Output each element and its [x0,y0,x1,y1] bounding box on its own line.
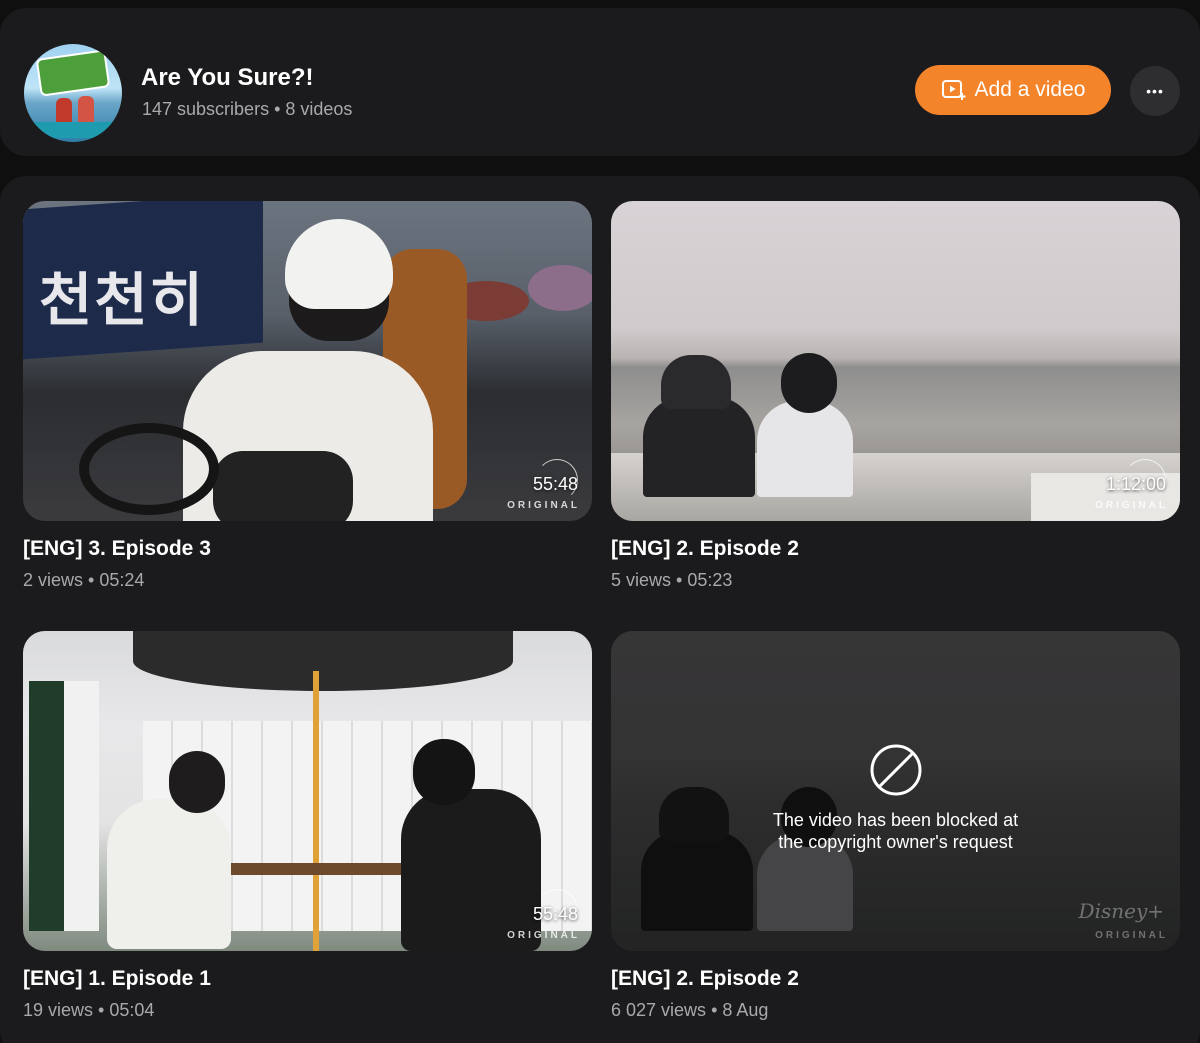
video-card[interactable]: 천천히 55:48 ORIGINAL [ENG] 3. Episode 3 2 … [23,201,592,590]
thumbnail-image [611,201,1180,521]
video-views: 19 views [23,1000,94,1020]
add-video-label: Add a video [974,78,1086,101]
video-views: 5 views [611,570,672,590]
channel-avatar[interactable] [24,44,122,142]
video-duration: 1:12:00 [1105,474,1166,494]
meta-separator: • [711,1000,718,1020]
video-meta: 6 027 views • 8 Aug [611,1000,768,1021]
video-title[interactable]: [ENG] 2. Episode 2 [611,537,799,561]
video-thumbnail[interactable]: 1:12:00 ORIGINAL [611,201,1180,521]
video-add-icon [941,80,966,100]
avatar-logo-shape [35,49,111,97]
channel-meta: 147 subscribers • 8 videos [142,99,352,120]
blocked-icon [870,744,922,796]
blocked-message-line: the copyright owner's request [778,832,1013,852]
channel-header: Are You Sure?! 147 subscribers • 8 videos … [0,8,1200,156]
thumbnail-image [23,631,592,951]
thumbnail-image: 천천히 [23,201,592,521]
video-meta: 19 views • 05:04 [23,1000,154,1021]
video-count: 8 videos [285,99,353,119]
video-title[interactable]: [ENG] 1. Episode 1 [23,967,211,991]
channel-page: Are You Sure?! 147 subscribers • 8 videos … [0,0,1200,1043]
video-views: 2 views [23,570,84,590]
video-views: 6 027 views [611,1000,707,1020]
blocked-message: The video has been blocked at the copyri… [611,809,1180,853]
original-badge: ORIGINAL [1095,930,1168,941]
original-badge: ORIGINAL [507,930,580,941]
more-options-button[interactable]: ••• [1130,66,1180,116]
video-card[interactable]: 1:12:00 ORIGINAL [ENG] 2. Episode 2 5 vi… [611,201,1180,590]
video-date: 8 Aug [722,1000,769,1020]
video-thumbnail[interactable]: 천천히 55:48 ORIGINAL [23,201,592,521]
meta-separator: • [98,1000,105,1020]
video-title[interactable]: [ENG] 2. Episode 2 [611,967,799,991]
video-meta: 5 views • 05:23 [611,570,732,591]
video-thumbnail-blocked[interactable]: The video has been blocked at the copyri… [611,631,1180,951]
original-badge: ORIGINAL [507,500,580,511]
avatar-boat-shape [32,122,118,138]
video-date: 05:23 [687,570,733,590]
more-horizontal-icon: ••• [1146,83,1164,99]
meta-separator: • [676,570,683,590]
channel-title: Are You Sure?! [141,64,314,91]
subscriber-count: 147 subscribers [142,99,270,119]
video-card[interactable]: The video has been blocked at the copyri… [611,631,1180,1020]
original-badge: ORIGINAL [1095,500,1168,511]
video-duration: 55:48 [532,904,578,924]
video-title[interactable]: [ENG] 3. Episode 3 [23,537,211,561]
video-date: 05:04 [109,1000,155,1020]
video-date: 05:24 [99,570,145,590]
add-video-button[interactable]: Add a video [915,65,1111,115]
blocked-message-line: The video has been blocked at [772,810,1019,830]
brand-watermark: Disney+ [1078,899,1164,923]
video-card[interactable]: 55:48 ORIGINAL [ENG] 1. Episode 1 19 vie… [23,631,592,1020]
video-thumbnail[interactable]: 55:48 ORIGINAL [23,631,592,951]
video-meta: 2 views • 05:24 [23,570,144,591]
video-grid: 천천히 55:48 ORIGINAL [ENG] 3. Episode 3 2 … [0,176,1200,1043]
meta-separator: • [88,570,95,590]
video-duration: 55:48 [532,474,578,494]
meta-separator: • [274,99,281,119]
